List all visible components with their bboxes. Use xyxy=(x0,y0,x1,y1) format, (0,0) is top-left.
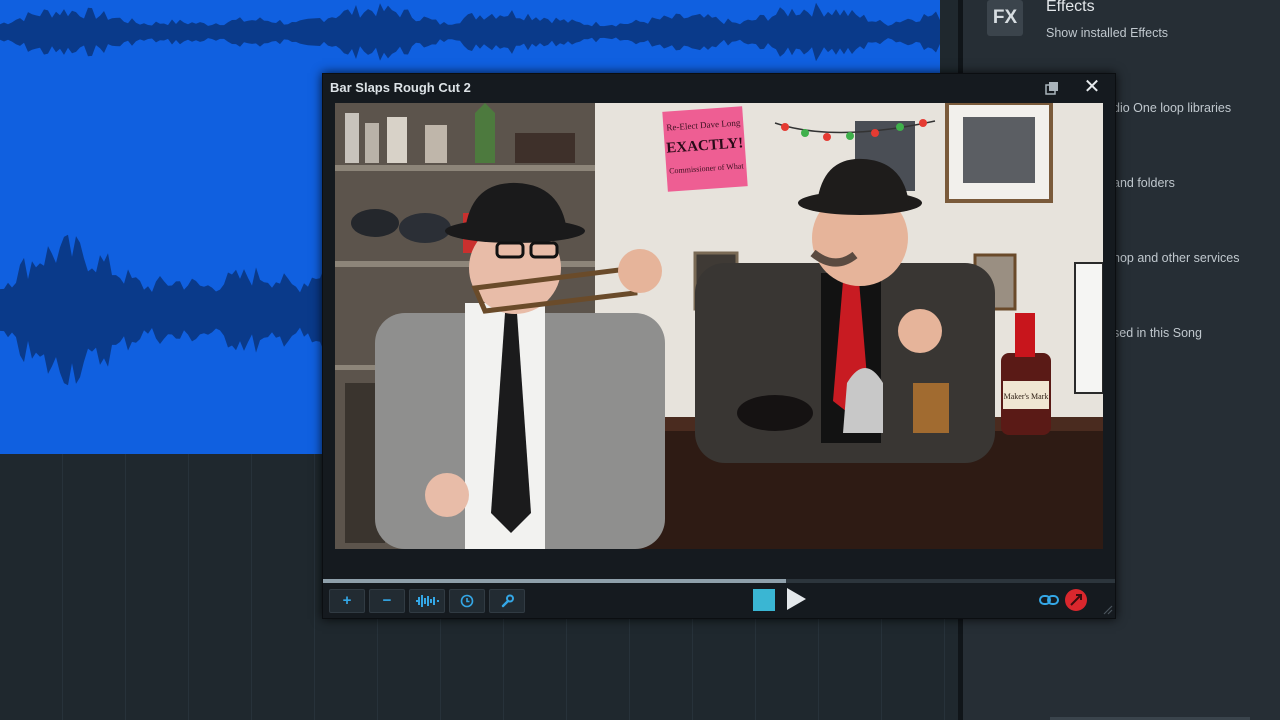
browser-item-cloud[interactable]: hop and other services xyxy=(1113,251,1239,265)
browser-item-pool[interactable]: sed in this Song xyxy=(1113,326,1202,340)
browser-effects-description: Show installed Effects xyxy=(1046,26,1169,40)
stop-button[interactable] xyxy=(753,589,775,611)
link-icon xyxy=(1039,595,1059,605)
clock-icon xyxy=(460,594,474,608)
waveform-button[interactable] xyxy=(409,589,445,613)
video-still-image: Re-Elect Dave Long EXACTLY! Commissioner… xyxy=(335,103,1103,549)
zoom-out-button[interactable]: − xyxy=(369,589,405,613)
browser-effects-title[interactable]: Effects xyxy=(1046,0,1095,16)
timecode-button[interactable] xyxy=(449,589,485,613)
link-button[interactable] xyxy=(1039,592,1059,608)
zoom-in-button[interactable]: + xyxy=(329,589,365,613)
browser-item-loops[interactable]: dio One loop libraries xyxy=(1113,101,1231,115)
resize-grip-icon[interactable] xyxy=(1101,602,1113,615)
maximize-icon[interactable] xyxy=(1045,81,1059,95)
waveform-icon xyxy=(416,595,439,607)
playback-progress-fill xyxy=(323,579,787,583)
play-button[interactable] xyxy=(787,588,806,610)
fx-icon[interactable]: FX xyxy=(987,0,1023,36)
video-player-window: Bar Slaps Rough Cut 2 ✕ Re-Elect Dave Lo… xyxy=(322,73,1116,619)
sync-icon xyxy=(1070,594,1082,606)
video-frame[interactable]: Re-Elect Dave Long EXACTLY! Commissioner… xyxy=(335,103,1103,549)
video-window-title: Bar Slaps Rough Cut 2 xyxy=(330,80,471,95)
video-window-titlebar[interactable]: Bar Slaps Rough Cut 2 ✕ xyxy=(323,74,1115,102)
video-toolbar: + − xyxy=(323,584,1115,616)
browser-item-files[interactable]: and folders xyxy=(1113,176,1175,190)
playback-progress-bar[interactable] xyxy=(323,579,1115,583)
close-icon[interactable]: ✕ xyxy=(1083,77,1101,97)
wrench-icon xyxy=(501,594,514,608)
bottle-label: Maker's Mark xyxy=(1004,392,1049,401)
sync-button[interactable] xyxy=(1065,589,1087,611)
settings-button[interactable] xyxy=(489,589,525,613)
